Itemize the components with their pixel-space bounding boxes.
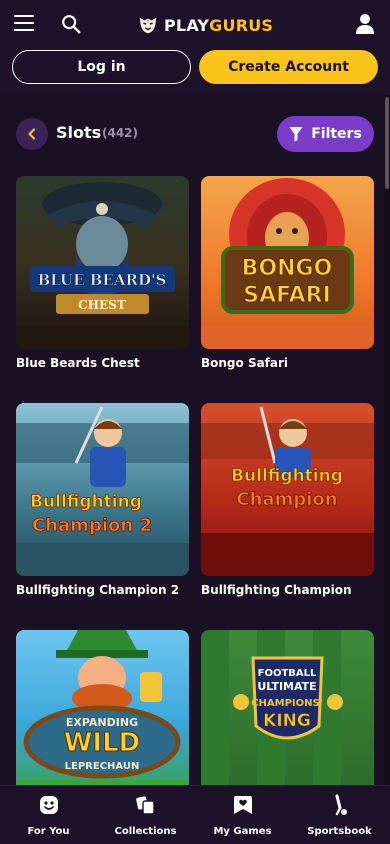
nav-collections[interactable]: Collections — [97, 794, 194, 837]
game-art-title: FOOTBALL — [258, 668, 317, 679]
game-art-subtitle: SAFARI — [243, 283, 331, 308]
login-button[interactable]: Log in — [12, 50, 191, 84]
game-card[interactable]: BONGO SAFARI Bongo Safari — [201, 176, 374, 370]
chevron-left-icon — [28, 128, 36, 140]
game-thumbnail[interactable]: FOOTBALL ULTIMATE CHAMPIONS' KING — [201, 630, 374, 803]
game-card[interactable]: Bullfighting Champion 2 Bullfighting Cha… — [16, 403, 189, 597]
nav-label: For You — [27, 826, 70, 837]
game-thumbnail[interactable]: Bullfighting Champion — [201, 403, 374, 576]
create-account-button[interactable]: Create Account — [199, 50, 378, 84]
section-header: Slots (442) Filters — [16, 116, 376, 152]
filters-button[interactable]: Filters — [277, 116, 374, 152]
top-bar: PLAYGURUS — [0, 0, 390, 50]
search-icon[interactable] — [60, 13, 82, 35]
game-thumbnail[interactable]: BONGO SAFARI — [201, 176, 374, 349]
game-art-title: Bullfighting — [231, 466, 343, 486]
game-thumbnail[interactable]: EXPANDING WILD LEPRECHAUN — [16, 630, 189, 803]
game-card[interactable]: Bullfighting Champion Bullfighting Champ… — [201, 403, 374, 597]
game-card[interactable]: EXPANDING WILD LEPRECHAUN — [16, 630, 189, 803]
hamburger-icon[interactable] — [14, 15, 34, 31]
nav-for-you[interactable]: For You — [0, 794, 97, 837]
game-art-title: BLUE BEARD'S — [38, 271, 167, 289]
nav-label: Sportsbook — [307, 826, 372, 837]
game-art-subtitle: Champion 2 — [32, 515, 152, 536]
scrollbar-track[interactable] — [384, 95, 390, 785]
nav-label: Collections — [114, 826, 177, 837]
game-art-caption: CHAMPIONS' — [251, 698, 323, 709]
game-art-subtitle: WILD — [64, 728, 141, 758]
smile-icon — [39, 796, 58, 814]
auth-bar: Log in Create Account — [0, 50, 390, 95]
nav-sportsbook[interactable]: Sportsbook — [291, 794, 388, 837]
slots-count: (442) — [102, 126, 139, 140]
game-art-title: BONGO — [242, 256, 333, 281]
playgurus-logo[interactable]: PLAYGURUS — [137, 12, 273, 38]
nav-my-games[interactable]: My Games — [194, 794, 291, 837]
page-title: Slots — [56, 123, 102, 142]
filters-label: Filters — [311, 126, 362, 142]
logo-text: PLAYGURUS — [164, 15, 274, 35]
bottom-nav: For You Collections My Games Sportsbook — [0, 785, 390, 844]
collections-icon — [135, 796, 155, 815]
game-art-king: KING — [263, 711, 311, 731]
game-art-title: Bullfighting — [30, 492, 142, 512]
game-card[interactable]: FOOTBALL ULTIMATE CHAMPIONS' KING — [201, 630, 374, 803]
tiger-logo-icon — [139, 17, 157, 34]
sportsbook-icon — [335, 794, 347, 816]
user-icon[interactable] — [356, 13, 374, 35]
filter-icon — [289, 127, 303, 142]
game-art-subtitle: Champion — [236, 489, 337, 510]
game-card[interactable]: BLUE BEARD'S CHEST Blue Beards Chest — [16, 176, 189, 370]
scrollbar-thumb[interactable] — [385, 97, 389, 189]
game-title[interactable]: Bullfighting Champion 2 — [16, 583, 189, 597]
game-title[interactable]: Bullfighting Champion — [201, 583, 374, 597]
game-art-caption: LEPRECHAUN — [65, 761, 140, 772]
nav-label: My Games — [213, 826, 272, 837]
back-button[interactable] — [16, 118, 48, 150]
game-title[interactable]: Bongo Safari — [201, 356, 374, 370]
game-art-subtitle: ULTIMATE — [257, 680, 316, 693]
game-title[interactable]: Blue Beards Chest — [16, 356, 189, 370]
game-thumbnail[interactable]: BLUE BEARD'S CHEST — [16, 176, 189, 349]
game-art-subtitle: CHEST — [78, 298, 126, 312]
heart-icon — [233, 796, 252, 814]
game-thumbnail[interactable]: Bullfighting Champion 2 — [16, 403, 189, 576]
